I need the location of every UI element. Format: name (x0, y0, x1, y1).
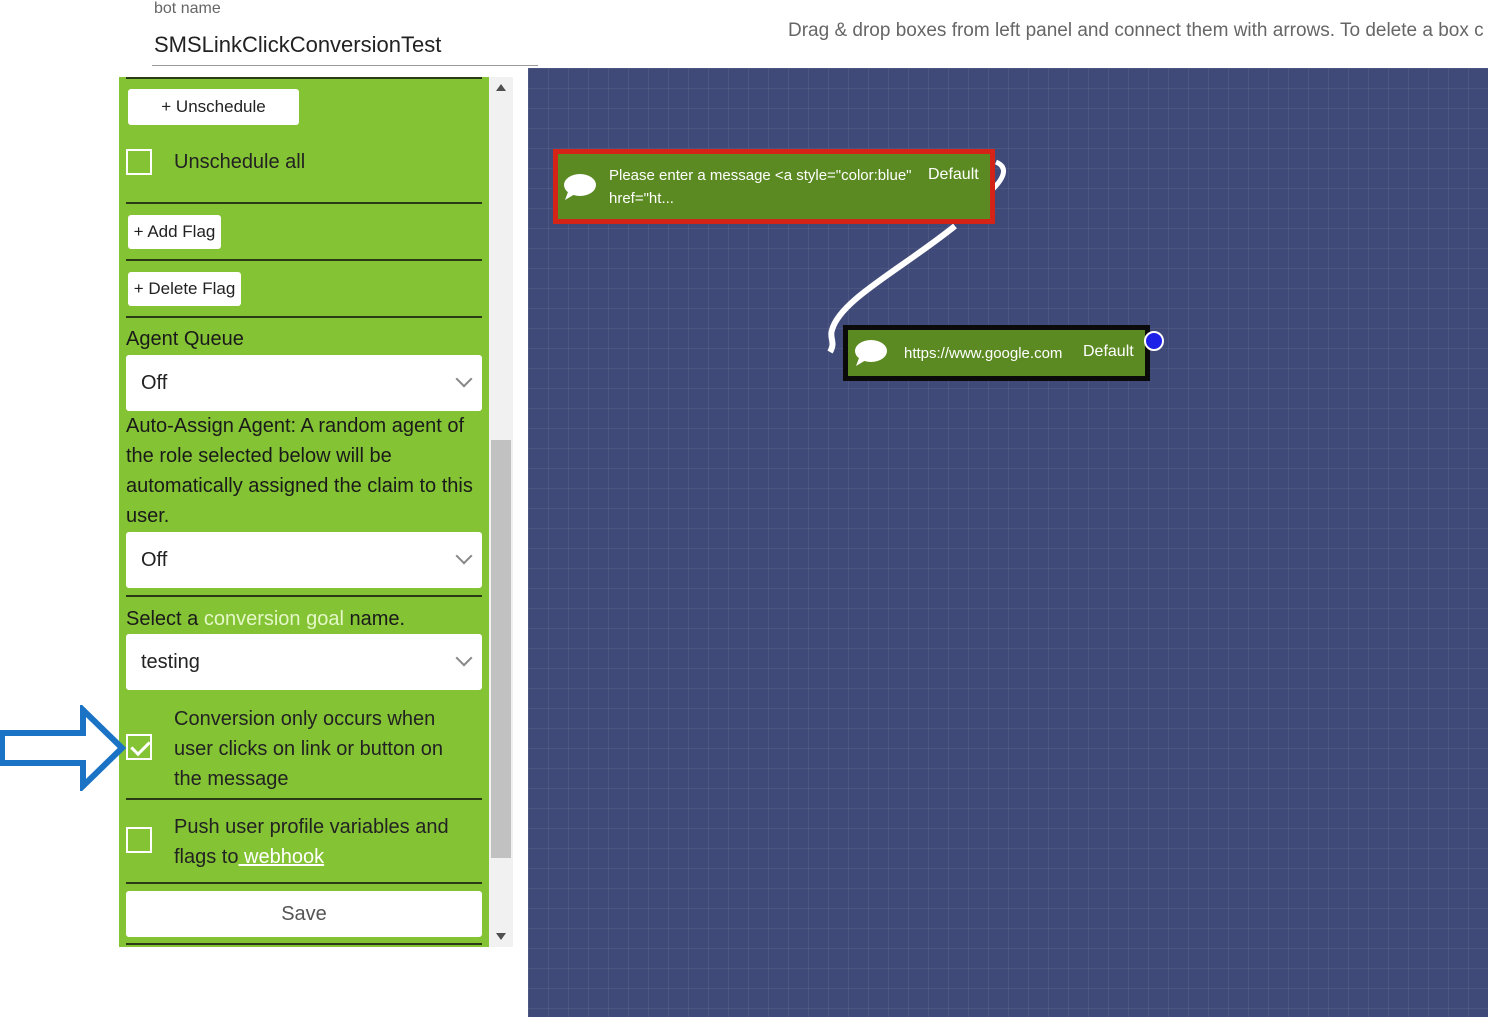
node-2-message: https://www.google.com (904, 344, 1063, 362)
node-1-message: Please enter a message <a style="color:b… (609, 166, 912, 207)
node-2-tag: Default (1083, 343, 1134, 360)
message-node-1[interactable]: Please enter a message <a style="color:b… (553, 149, 995, 224)
annotation-arrow-icon (0, 705, 127, 791)
chat-bubble-icon (855, 340, 887, 366)
message-node-2[interactable]: https://www.google.com Default (843, 325, 1150, 381)
node-2-output-port[interactable] (1144, 331, 1164, 351)
node-1-tag: Default (928, 166, 979, 183)
chat-bubble-icon (564, 173, 596, 200)
